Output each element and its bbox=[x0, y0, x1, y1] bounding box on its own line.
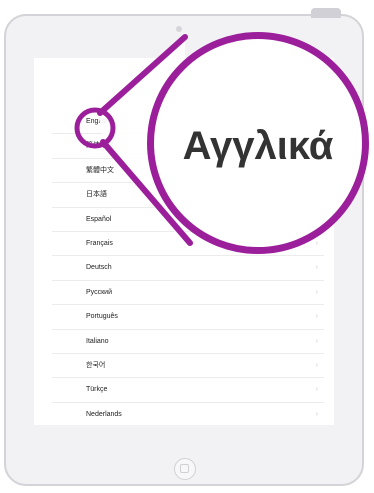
language-item-portuguese[interactable]: Português › bbox=[52, 305, 324, 330]
language-label: English bbox=[86, 118, 109, 125]
language-item-korean[interactable]: 한국어 › bbox=[52, 354, 324, 379]
language-item-dutch[interactable]: Nederlands › bbox=[52, 403, 324, 425]
language-item-italian[interactable]: Italiano › bbox=[52, 330, 324, 354]
language-item-russian[interactable]: Русский › bbox=[52, 281, 324, 306]
magnified-callout: Αγγλικά bbox=[147, 32, 369, 254]
language-label: Français bbox=[86, 239, 113, 247]
language-label: Italiano bbox=[86, 337, 109, 345]
power-button bbox=[311, 8, 341, 18]
callout-text: Αγγλικά bbox=[182, 123, 334, 168]
home-square-icon bbox=[180, 464, 189, 473]
language-item-german[interactable]: Deutsch › bbox=[52, 256, 324, 281]
language-label: Русский bbox=[86, 288, 112, 296]
language-item-turkish[interactable]: Türkçe › bbox=[52, 378, 324, 403]
front-camera bbox=[176, 26, 182, 32]
chevron-right-icon: › bbox=[315, 313, 318, 321]
language-label: Deutsch bbox=[86, 264, 112, 272]
chevron-right-icon: › bbox=[315, 410, 318, 418]
language-label: 繁體中文 bbox=[86, 166, 114, 174]
language-label: Nederlands bbox=[86, 410, 122, 418]
chevron-right-icon: › bbox=[315, 386, 318, 394]
language-label: Español bbox=[86, 215, 112, 223]
chevron-right-icon: › bbox=[315, 337, 318, 345]
language-label: 简体中文 bbox=[86, 142, 114, 150]
language-label: Türkçe bbox=[86, 386, 108, 394]
chevron-right-icon: › bbox=[315, 361, 318, 369]
home-button[interactable] bbox=[174, 458, 196, 480]
chevron-right-icon: › bbox=[315, 288, 318, 296]
language-label: 日本語 bbox=[86, 191, 107, 199]
chevron-right-icon: › bbox=[315, 264, 318, 272]
language-label: Português bbox=[86, 313, 118, 321]
language-label: 한국어 bbox=[86, 361, 106, 369]
